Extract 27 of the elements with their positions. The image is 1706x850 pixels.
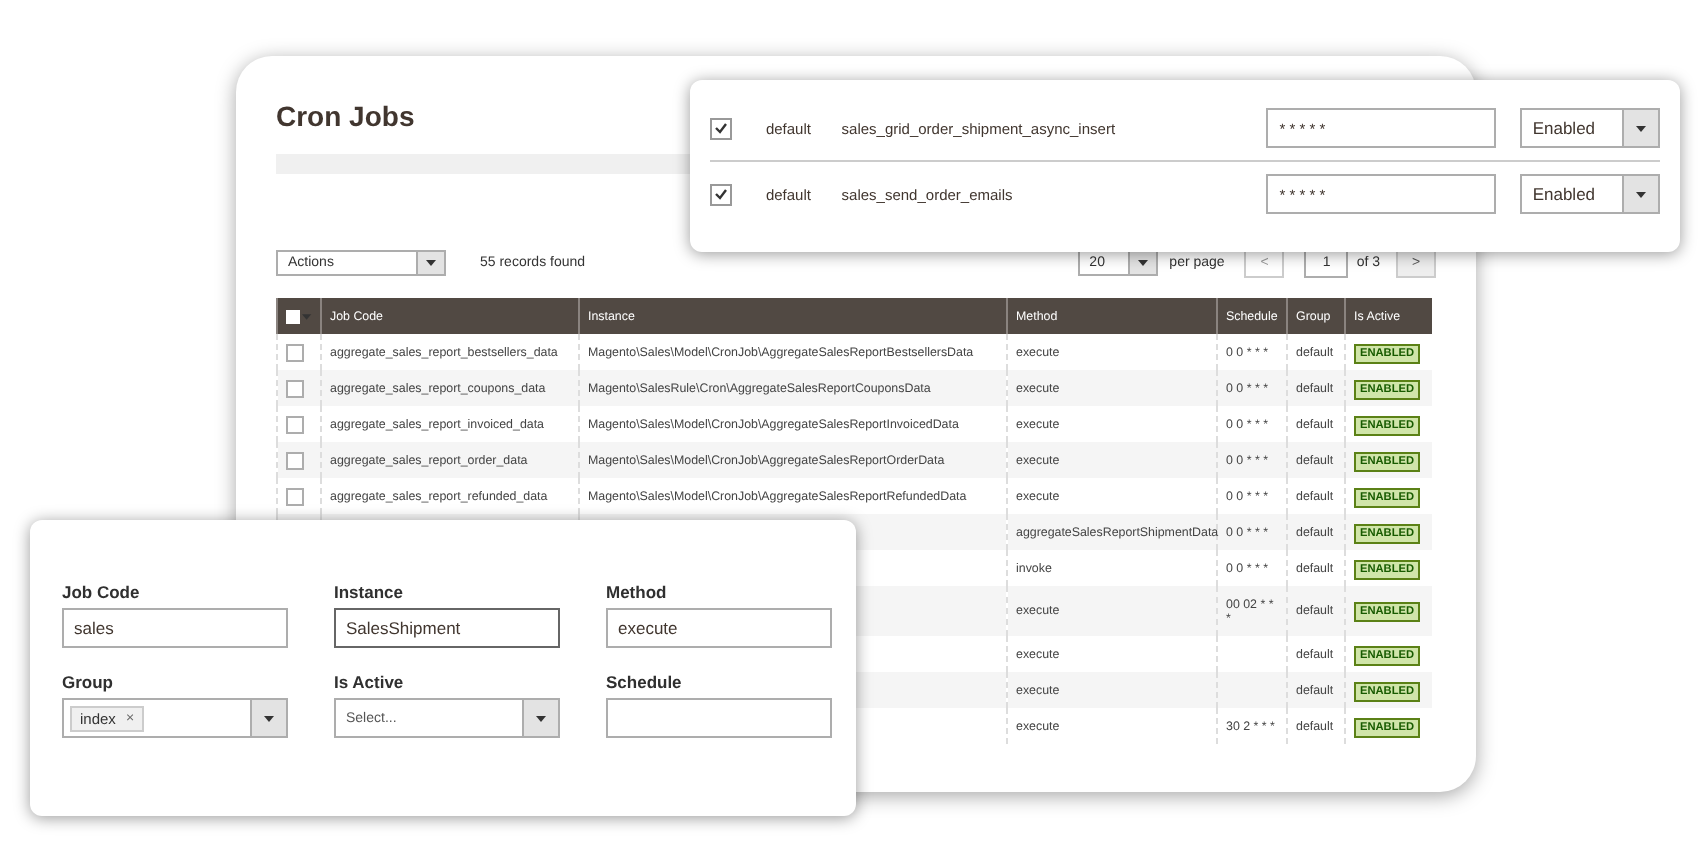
row-checkbox[interactable] <box>710 117 732 139</box>
input-field[interactable]: sales <box>62 608 288 648</box>
input-field[interactable]: SalesShipment <box>334 608 560 648</box>
field-label: Group <box>62 672 115 692</box>
status-select[interactable]: Enabled <box>1520 174 1661 214</box>
caret-icon <box>536 715 546 721</box>
caret-icon <box>1636 125 1647 131</box>
input-field[interactable]: execute <box>606 608 832 648</box>
caret-icon <box>1636 191 1647 197</box>
caret-icon <box>426 260 436 266</box>
row-checkbox[interactable] <box>286 415 304 433</box>
caret-icon <box>264 715 274 721</box>
field-label: Schedule <box>606 672 684 692</box>
row-checkbox[interactable] <box>286 451 304 469</box>
select-all-checkbox[interactable] <box>286 309 312 323</box>
row-checkbox[interactable] <box>710 183 732 205</box>
input-field[interactable] <box>606 698 832 738</box>
field-label: Method <box>606 582 669 602</box>
field-label: Is Active <box>334 672 406 692</box>
row-checkbox[interactable] <box>286 487 304 505</box>
status-select[interactable]: Enabled <box>1520 108 1661 148</box>
row-checkbox[interactable] <box>286 343 304 361</box>
field-label: Instance <box>334 582 405 602</box>
caret-icon <box>1137 260 1148 266</box>
page-title: Cron Jobs <box>276 100 415 132</box>
row-checkbox[interactable] <box>286 379 304 397</box>
field-label: Job Code <box>62 582 142 602</box>
